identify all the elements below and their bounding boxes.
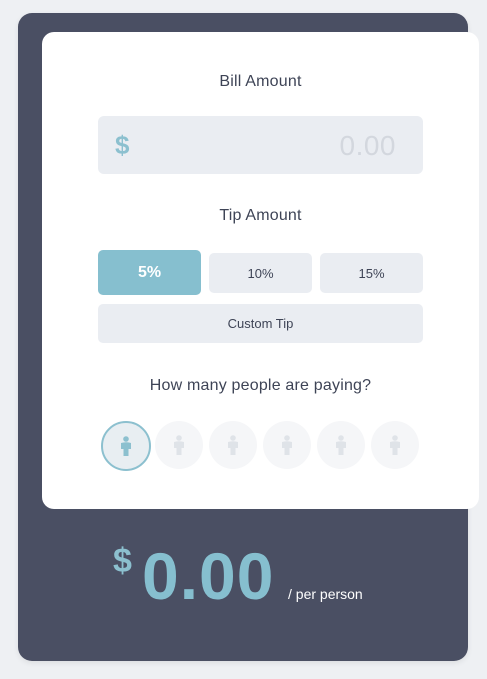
- tip-5-button[interactable]: 5%: [98, 250, 201, 295]
- tip-amount-title: Tip Amount: [219, 207, 302, 224]
- bill-amount-title: Bill Amount: [219, 73, 302, 90]
- tip-10-button[interactable]: 10%: [209, 253, 312, 293]
- people-option-3[interactable]: [209, 421, 257, 469]
- bill-amount-field[interactable]: $ 0.00: [98, 116, 423, 174]
- per-person-label: / per person: [288, 586, 363, 602]
- custom-tip-button[interactable]: Custom Tip: [98, 304, 423, 343]
- person-icon: [174, 435, 184, 455]
- dollar-icon: $: [115, 130, 130, 160]
- person-icon: [121, 436, 131, 456]
- tip-15-button[interactable]: 15%: [320, 253, 423, 293]
- people-selector: [101, 421, 421, 471]
- people-option-4[interactable]: [263, 421, 311, 469]
- person-icon: [390, 435, 400, 455]
- person-icon: [228, 435, 238, 455]
- people-count-title: How many people are paying?: [149, 377, 372, 394]
- input-card: Bill Amount $ 0.00 Tip Amount 5% 10% 15%…: [42, 32, 479, 509]
- per-person-amount: 0.00: [142, 539, 275, 613]
- person-icon: [282, 435, 292, 455]
- result-currency-symbol: $: [113, 542, 132, 580]
- people-option-5[interactable]: [317, 421, 365, 469]
- per-person-result: $ 0.00 / per person: [0, 520, 487, 620]
- people-option-6[interactable]: [371, 421, 419, 469]
- people-option-1[interactable]: [101, 421, 151, 471]
- bill-amount-placeholder: 0.00: [339, 130, 396, 161]
- person-icon: [336, 435, 346, 455]
- people-option-2[interactable]: [155, 421, 203, 469]
